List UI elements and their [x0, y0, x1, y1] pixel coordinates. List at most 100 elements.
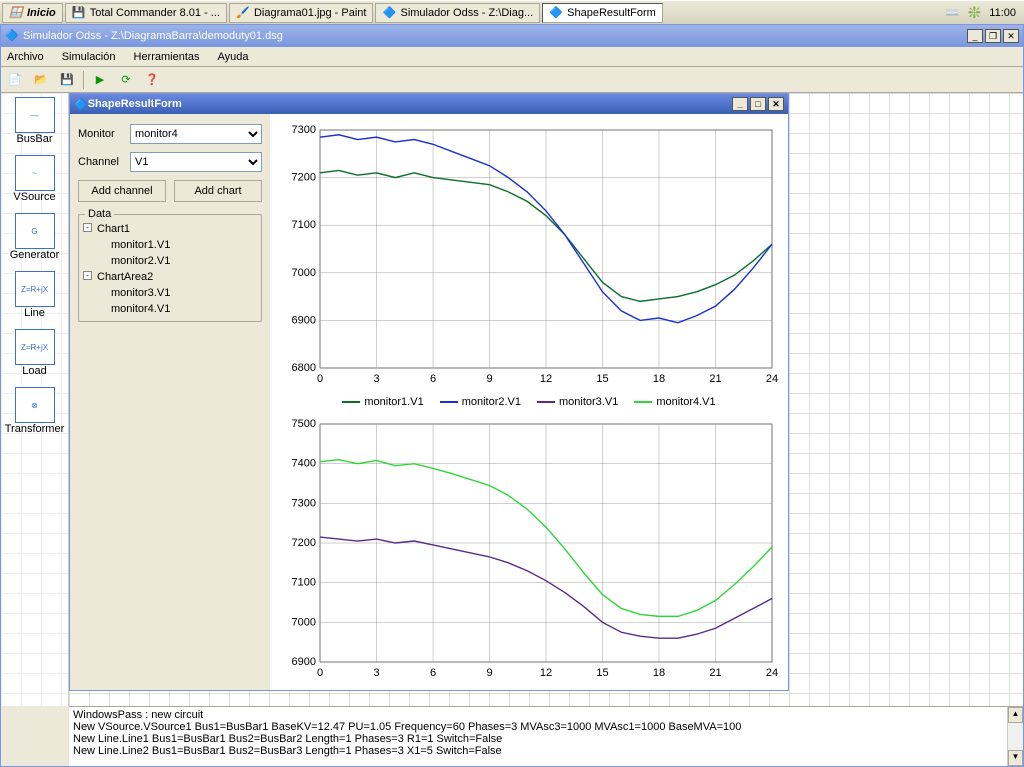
component-icon: ~ — [15, 155, 55, 191]
tree-node-chart1[interactable]: -Chart1 monitor1.V1 monitor2.V1 — [83, 221, 257, 269]
component-icon: Z=R+jX — [15, 329, 55, 365]
app-icon: 🔷 — [5, 29, 19, 43]
svg-text:7500: 7500 — [292, 418, 316, 430]
svg-text:7200: 7200 — [292, 537, 316, 549]
start-button[interactable]: 🪟 Inicio — [2, 3, 63, 23]
palette-transformer[interactable]: ⊗Transformer — [7, 387, 63, 435]
svg-text:6900: 6900 — [292, 314, 316, 326]
shape-result-titlebar: 🔷 ShapeResultForm _ □ ✕ — [70, 94, 788, 114]
clock: 11:00 — [989, 7, 1016, 19]
chart-area: 03691215182124680069007000710072007300 m… — [270, 114, 788, 690]
svg-text:9: 9 — [486, 667, 492, 679]
run-icon[interactable]: ▶ — [90, 70, 110, 90]
component-palette: —BusBar~VSourceGGeneratorZ=R+jXLineZ=R+j… — [1, 93, 69, 706]
svg-text:15: 15 — [596, 667, 608, 679]
scroll-track[interactable] — [1008, 723, 1023, 750]
svg-text:7000: 7000 — [292, 616, 316, 628]
legend-item: monitor2.V1 — [440, 396, 521, 408]
component-label: VSource — [13, 191, 55, 203]
tray-icon[interactable]: ❇️ — [968, 6, 982, 19]
palette-busbar[interactable]: —BusBar — [7, 97, 63, 145]
minimize-button[interactable]: _ — [967, 29, 983, 43]
monitor-label: Monitor — [78, 128, 126, 140]
svg-text:7300: 7300 — [292, 497, 316, 509]
main-window: 🔷 Simulador Odss - Z:\DiagramaBarra\demo… — [0, 24, 1024, 767]
data-tree-group: Data -Chart1 monitor1.V1 monitor2.V1 -Ch… — [78, 214, 262, 322]
task-shaperesult[interactable]: 🔷ShapeResultForm — [542, 3, 663, 23]
tree-leaf[interactable]: monitor4.V1 — [97, 301, 257, 317]
diagram-canvas[interactable]: 🔷 ShapeResultForm _ □ ✕ Monitor monitor4 — [69, 93, 1023, 706]
refresh-icon[interactable]: ⟳ — [116, 70, 136, 90]
app-icon: 🔷 — [382, 6, 396, 20]
close-button[interactable]: ✕ — [1003, 29, 1019, 43]
svg-text:6800: 6800 — [292, 362, 316, 374]
task-simulador[interactable]: 🔷 Simulador Odss - Z:\Diag... — [375, 3, 540, 23]
add-channel-button[interactable]: Add channel — [78, 180, 166, 202]
legend-item: monitor4.V1 — [634, 396, 715, 408]
expander-icon[interactable]: - — [83, 223, 92, 232]
toolbar: 📄 📂 💾 ▶ ⟳ ❓ — [1, 67, 1023, 93]
svg-text:21: 21 — [709, 667, 721, 679]
scroll-up-icon[interactable]: ▲ — [1008, 707, 1023, 723]
svg-text:15: 15 — [596, 373, 608, 385]
shape-result-window: 🔷 ShapeResultForm _ □ ✕ Monitor monitor4 — [69, 93, 789, 691]
component-label: BusBar — [16, 133, 52, 145]
legend-item: monitor3.V1 — [537, 396, 618, 408]
log-scrollbar[interactable]: ▲ ▼ — [1007, 707, 1023, 766]
palette-line[interactable]: Z=R+jXLine — [7, 271, 63, 319]
main-titlebar: 🔷 Simulador Odss - Z:\DiagramaBarra\demo… — [1, 25, 1023, 47]
tree-node-chart2[interactable]: -ChartArea2 monitor3.V1 monitor4.V1 — [83, 269, 257, 317]
system-tray: ⌨️ ❇️ 11:00 — [946, 6, 1022, 19]
close-button[interactable]: ✕ — [768, 97, 784, 111]
log-line: WindowsPass : new circuit — [73, 709, 1007, 721]
help-icon[interactable]: ❓ — [142, 70, 162, 90]
svg-text:3: 3 — [373, 667, 379, 679]
new-icon[interactable]: 📄 — [5, 70, 25, 90]
menu-ayuda[interactable]: Ayuda — [218, 51, 249, 63]
task-label: Total Commander 8.01 - ... — [90, 7, 220, 19]
svg-text:24: 24 — [766, 373, 778, 385]
menu-herramientas[interactable]: Herramientas — [134, 51, 200, 63]
svg-text:12: 12 — [540, 373, 552, 385]
maximize-button[interactable]: □ — [750, 97, 766, 111]
expander-icon[interactable]: - — [83, 271, 92, 280]
menu-simulacion[interactable]: Simulación — [62, 51, 116, 63]
data-tree: -Chart1 monitor1.V1 monitor2.V1 -ChartAr… — [83, 221, 257, 317]
svg-text:18: 18 — [653, 373, 665, 385]
tree-leaf[interactable]: monitor3.V1 — [97, 285, 257, 301]
monitor-select[interactable]: monitor4 — [130, 124, 262, 144]
svg-text:3: 3 — [373, 373, 379, 385]
task-label: Simulador Odss - Z:\Diag... — [400, 7, 533, 19]
app-icon: 🔷 — [549, 6, 563, 20]
palette-generator[interactable]: GGenerator — [7, 213, 63, 261]
minimize-button[interactable]: _ — [732, 97, 748, 111]
legend-item: monitor1.V1 — [342, 396, 423, 408]
channel-select[interactable]: V1 — [130, 152, 262, 172]
add-chart-button[interactable]: Add chart — [174, 180, 262, 202]
app-icon: 🔷 — [74, 98, 88, 111]
tree-leaf[interactable]: monitor2.V1 — [97, 253, 257, 269]
save-icon[interactable]: 💾 — [57, 70, 77, 90]
data-group-label: Data — [85, 208, 114, 220]
component-icon: — — [15, 97, 55, 133]
tray-keyboard-icon[interactable]: ⌨️ — [946, 6, 960, 19]
svg-text:7100: 7100 — [292, 219, 316, 231]
component-icon: G — [15, 213, 55, 249]
task-total-commander[interactable]: 💾Total Commander 8.01 - ... — [65, 3, 227, 23]
scroll-down-icon[interactable]: ▼ — [1008, 750, 1023, 766]
svg-text:21: 21 — [709, 373, 721, 385]
log-line: New Line.Line1 Bus1=BusBar1 Bus2=BusBar2… — [73, 733, 1007, 745]
palette-vsource[interactable]: ~VSource — [7, 155, 63, 203]
svg-text:18: 18 — [653, 667, 665, 679]
task-paint[interactable]: 🖌️Diagrama01.jpg - Paint — [229, 3, 374, 23]
tree-leaf[interactable]: monitor1.V1 — [97, 237, 257, 253]
maximize-button[interactable]: ❐ — [985, 29, 1001, 43]
palette-load[interactable]: Z=R+jXLoad — [7, 329, 63, 377]
channel-label: Channel — [78, 156, 126, 168]
log-line: New VSource.VSource1 Bus1=BusBar1 BaseKV… — [73, 721, 1007, 733]
log-output: WindowsPass : new circuitNew VSource.VSo… — [69, 706, 1023, 766]
chart-1: 03691215182124680069007000710072007300 — [276, 120, 782, 390]
component-label: Line — [24, 307, 45, 319]
open-icon[interactable]: 📂 — [31, 70, 51, 90]
menu-archivo[interactable]: Archivo — [7, 51, 44, 63]
